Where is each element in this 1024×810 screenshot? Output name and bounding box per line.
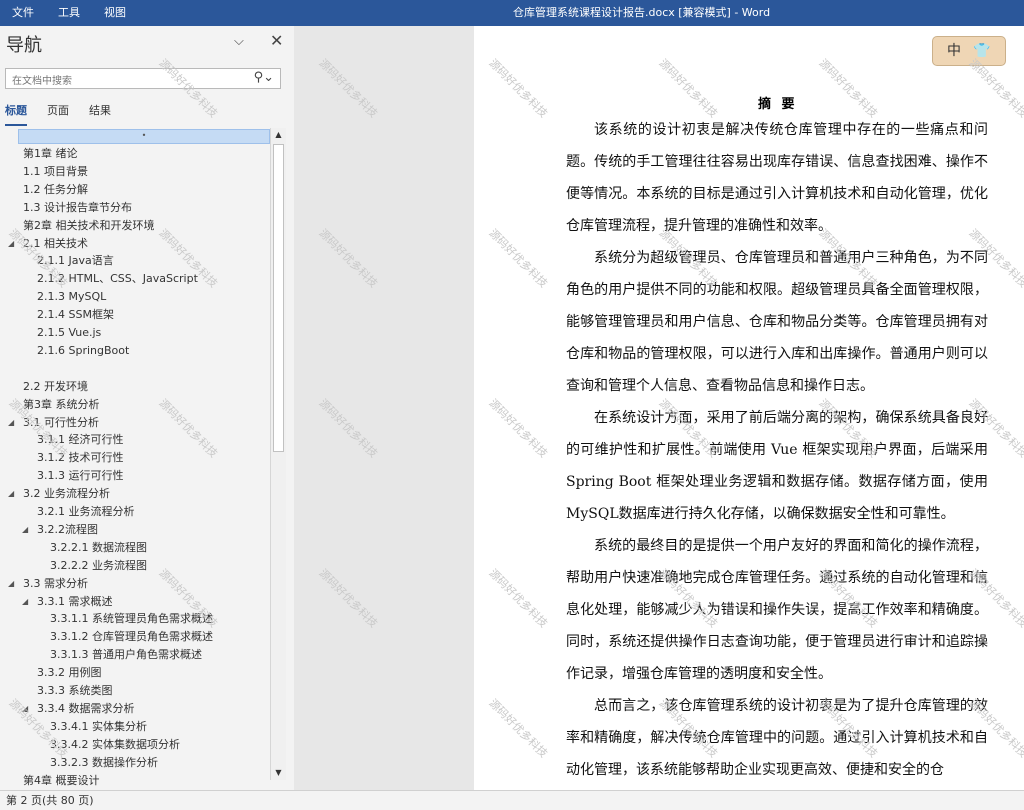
menu-view[interactable]: 视图 bbox=[92, 0, 138, 26]
nav-heading-item[interactable]: 2.1.4 SSM框架 bbox=[37, 306, 114, 324]
search-input[interactable]: 在文档中搜索 ⚲⌄ bbox=[5, 68, 281, 89]
nav-heading-item[interactable]: 3.3.1 需求概述 bbox=[37, 593, 113, 611]
nav-heading-item[interactable]: 3.2 业务流程分析 bbox=[23, 485, 110, 503]
abstract-paragraph: 该系统的设计初衷是解决传统仓库管理中存在的一些痛点和问题。传统的手工管理往往容易… bbox=[566, 122, 988, 234]
menu-bar: 文件 工具 视图 bbox=[0, 0, 138, 26]
close-icon[interactable]: ✕ bbox=[270, 31, 283, 50]
tab-headings[interactable]: 标题 bbox=[5, 102, 27, 126]
page-count: 第 2 页(共 80 页) bbox=[6, 794, 94, 807]
nav-heading-item[interactable]: 3.1 可行性分析 bbox=[23, 414, 99, 432]
nav-tabs: 标题 页面 结果 bbox=[5, 102, 131, 126]
nav-heading-item[interactable]: 2.1.5 Vue.js bbox=[37, 324, 101, 342]
nav-heading-item[interactable]: 第3章 系统分析 bbox=[23, 396, 100, 414]
expand-triangle-icon[interactable]: ◢ bbox=[8, 235, 14, 253]
nav-heading-item[interactable]: 3.3.2 用例图 bbox=[37, 664, 102, 682]
search-icon[interactable]: ⚲⌄ bbox=[254, 70, 274, 85]
tab-pages[interactable]: 页面 bbox=[47, 102, 69, 126]
nav-heading-item[interactable]: 3.1.3 运行可行性 bbox=[37, 467, 124, 485]
abstract-paragraph: 总而言之，该仓库管理系统的设计初衷是为了提升仓库管理的效率和精确度，解决传统仓库… bbox=[566, 698, 988, 778]
scroll-thumb[interactable] bbox=[273, 144, 284, 452]
nav-heading-item[interactable]: 3.1.2 技术可行性 bbox=[37, 449, 124, 467]
window-title: 仓库管理系统课程设计报告.docx [兼容模式] - Word bbox=[513, 6, 771, 19]
scroll-down-icon[interactable]: ▼ bbox=[271, 766, 286, 780]
expand-triangle-icon[interactable]: ◢ bbox=[8, 575, 14, 593]
nav-heading-item[interactable]: 3.3.2.3 数据操作分析 bbox=[50, 754, 158, 772]
nav-heading-item[interactable]: 2.1.3 MySQL bbox=[37, 288, 106, 306]
tab-results[interactable]: 结果 bbox=[89, 102, 111, 126]
chevron-down-icon[interactable]: ⌵ bbox=[234, 34, 244, 49]
ime-indicator[interactable]: 中 👕 bbox=[932, 36, 1006, 66]
nav-heading-item[interactable]: 2.1.1 Java语言 bbox=[37, 252, 114, 270]
abstract-paragraph: 在系统设计方面，采用了前后端分离的架构，确保系统具备良好的可维护性和扩展性。前端… bbox=[566, 410, 988, 522]
nav-heading-item[interactable]: 2.1.2 HTML、CSS、JavaScript bbox=[37, 270, 198, 288]
abstract-paragraph: 系统分为超级管理员、仓库管理员和普通用户三种角色，为不同角色的用户提供不同的功能… bbox=[566, 250, 988, 394]
nav-heading-item[interactable]: 2.1 相关技术 bbox=[23, 235, 88, 253]
nav-heading-item[interactable]: 第1章 绪论 bbox=[23, 145, 78, 163]
ime-label: 中 bbox=[947, 43, 961, 59]
nav-heading-item[interactable]: 第2章 相关技术和开发环境 bbox=[23, 217, 155, 235]
nav-heading-item[interactable]: 3.1.1 经济可行性 bbox=[37, 431, 124, 449]
nav-heading-item[interactable]: 2.1.6 SpringBoot bbox=[37, 342, 129, 360]
expand-triangle-icon[interactable]: ◢ bbox=[22, 700, 28, 718]
shirt-icon: 👕 bbox=[973, 43, 991, 59]
expand-triangle-icon[interactable]: ◢ bbox=[8, 414, 14, 432]
document-page[interactable]: 摘 要 该系统的设计初衷是解决传统仓库管理中存在的一些痛点和问题。传统的手工管理… bbox=[474, 26, 1024, 790]
nav-scrollbar[interactable]: ▲ ▼ bbox=[270, 128, 286, 780]
nav-heading-item[interactable]: 3.3.3 系统类图 bbox=[37, 682, 113, 700]
nav-heading-item[interactable]: 3.2.2流程图 bbox=[37, 521, 98, 539]
expand-triangle-icon[interactable]: ◢ bbox=[8, 485, 14, 503]
nav-heading-item[interactable]: 3.3.1.1 系统管理员角色需求概述 bbox=[50, 610, 213, 628]
document-background bbox=[294, 26, 474, 790]
nav-heading-item[interactable]: 3.3.4.1 实体集分析 bbox=[50, 718, 147, 736]
nav-heading-item[interactable]: 3.3.1.3 普通用户角色需求概述 bbox=[50, 646, 202, 664]
abstract-body: 该系统的设计初衷是解决传统仓库管理中存在的一些痛点和问题。传统的手工管理往往容易… bbox=[566, 114, 988, 786]
nav-heading-item[interactable]: 3.3.4.2 实体集数据项分析 bbox=[50, 736, 180, 754]
heading-tree: • 第1章 绪论 1.1 项目背景 1.2 任务分解 1.3 设计报告章节分布 第2章 … bbox=[0, 129, 270, 789]
nav-heading-item[interactable]: 3.3 需求分析 bbox=[23, 575, 88, 593]
nav-heading-item[interactable]: 1.1 项目背景 bbox=[23, 163, 88, 181]
abstract-title: 摘 要 bbox=[758, 97, 798, 112]
abstract-paragraph: 系统的最终目的是提供一个用户友好的界面和简化的操作流程，帮助用户快速准确地完成仓… bbox=[566, 538, 988, 682]
nav-heading-item[interactable]: 3.2.1 业务流程分析 bbox=[37, 503, 135, 521]
search-placeholder: 在文档中搜索 bbox=[12, 76, 72, 87]
nav-heading-item[interactable]: 3.2.2.2 业务流程图 bbox=[50, 557, 147, 575]
status-bar: 第 2 页(共 80 页) bbox=[0, 790, 1024, 810]
nav-heading-item[interactable]: 3.3.1.2 仓库管理员角色需求概述 bbox=[50, 628, 213, 646]
tree-selected-marker[interactable]: • bbox=[18, 129, 270, 144]
nav-heading-item[interactable]: 3.2.2.1 数据流程图 bbox=[50, 539, 147, 557]
expand-triangle-icon[interactable]: ◢ bbox=[22, 593, 28, 611]
nav-heading-item[interactable]: 1.3 设计报告章节分布 bbox=[23, 199, 132, 217]
nav-heading-item[interactable]: 3.3.4 数据需求分析 bbox=[37, 700, 135, 718]
navigation-pane: 导航 ⌵ ✕ 在文档中搜索 ⚲⌄ 标题 页面 结果 • 第1章 绪论 1.1 项目… bbox=[0, 26, 294, 790]
expand-triangle-icon[interactable]: ◢ bbox=[22, 521, 28, 539]
menu-tools[interactable]: 工具 bbox=[46, 0, 92, 26]
nav-pane-title: 导航 bbox=[6, 35, 42, 56]
title-bar: 文件 工具 视图 仓库管理系统课程设计报告.docx [兼容模式] - Word bbox=[0, 0, 1024, 26]
nav-heading-item[interactable]: 2.2 开发环境 bbox=[23, 378, 88, 396]
scroll-up-icon[interactable]: ▲ bbox=[271, 128, 286, 142]
nav-heading-item[interactable]: 1.2 任务分解 bbox=[23, 181, 88, 199]
nav-heading-item[interactable]: 第4章 概要设计 bbox=[23, 772, 100, 790]
menu-file[interactable]: 文件 bbox=[0, 0, 46, 26]
